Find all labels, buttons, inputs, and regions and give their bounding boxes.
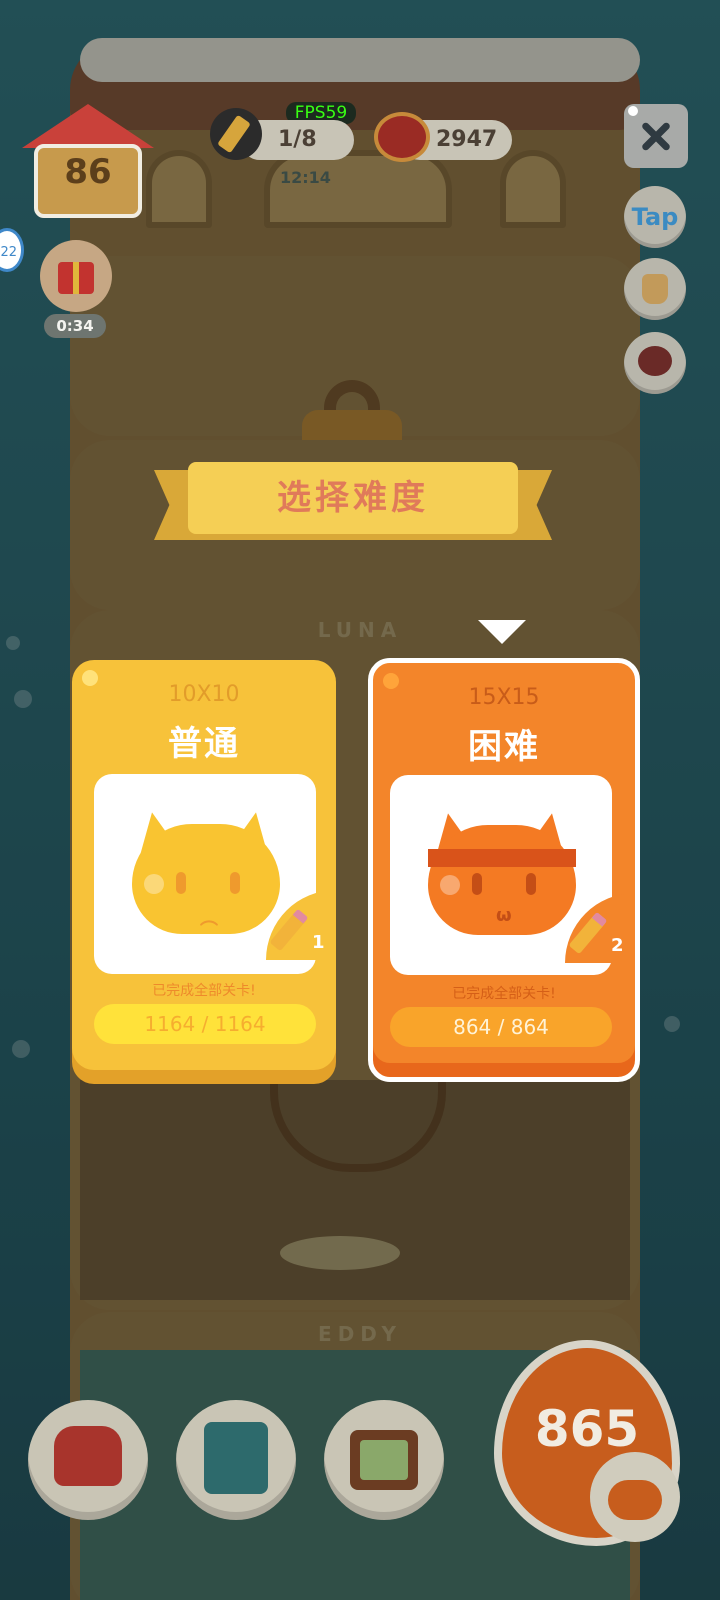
play-level-number: 865 — [534, 1400, 640, 1458]
cat-eye — [176, 872, 186, 894]
cat-mouth: ︵ — [200, 908, 218, 929]
difficulty-name: 困难 — [468, 727, 540, 767]
gift-timer: 0:34 — [44, 314, 106, 338]
cat-eye — [230, 872, 240, 894]
house-level: 86 — [64, 152, 112, 192]
armchair-icon — [54, 1426, 122, 1486]
cat-headband — [428, 849, 576, 867]
furniture-button[interactable] — [28, 1400, 148, 1520]
pencil-cost: 2 — [611, 935, 624, 956]
pencil-cost: 1 — [312, 932, 325, 953]
stamp-icon[interactable] — [624, 332, 686, 394]
close-indicator-dot — [628, 106, 638, 116]
level-progress: 1164 / 1164 — [94, 1004, 316, 1044]
cat-eye — [472, 873, 482, 895]
pencil-count: 1/8 — [278, 127, 317, 152]
house-icon — [22, 104, 154, 148]
completion-status: 已完成全部关卡! — [452, 986, 556, 1002]
cat-food-count: 2947 — [436, 127, 498, 152]
pencil-refill-timer: 12:14 — [280, 168, 331, 187]
completion-status: 已完成全部关卡! — [152, 983, 256, 999]
cat-icon[interactable] — [590, 1452, 680, 1542]
album-button[interactable] — [176, 1400, 296, 1520]
gallery-button[interactable] — [324, 1400, 444, 1520]
level-progress: 864 / 864 — [390, 1007, 612, 1047]
difficulty-name: 普通 — [168, 724, 240, 764]
cat-cheek — [440, 875, 460, 895]
difficulty-card-normal[interactable]: 10X10 普通 ︵ 1 已完成全部关卡! 1164 / 1164 — [72, 660, 336, 1070]
gift-button[interactable] — [40, 240, 112, 312]
grid-size: 10X10 — [168, 682, 240, 707]
difficulty-title: 选择难度 — [188, 462, 518, 534]
brush-icon[interactable] — [624, 258, 686, 320]
house-level-button[interactable]: 86 — [22, 104, 154, 224]
cat-eye — [526, 873, 536, 895]
picture-frame-icon — [350, 1430, 418, 1490]
cat-mouth: ω — [496, 905, 512, 926]
cat-food-can-icon — [374, 112, 430, 162]
tap-button[interactable]: Tap — [624, 186, 686, 248]
grid-size: 15X15 — [468, 685, 540, 710]
pencil-icon — [210, 108, 262, 160]
gift-ribbon — [73, 262, 79, 294]
cat-cheek — [144, 874, 164, 894]
difficulty-card-hard[interactable]: 15X15 困难 ω 2 已完成全部关卡! 864 / 864 — [368, 658, 640, 1082]
book-icon — [204, 1422, 268, 1494]
selected-indicator-arrow — [478, 620, 526, 644]
